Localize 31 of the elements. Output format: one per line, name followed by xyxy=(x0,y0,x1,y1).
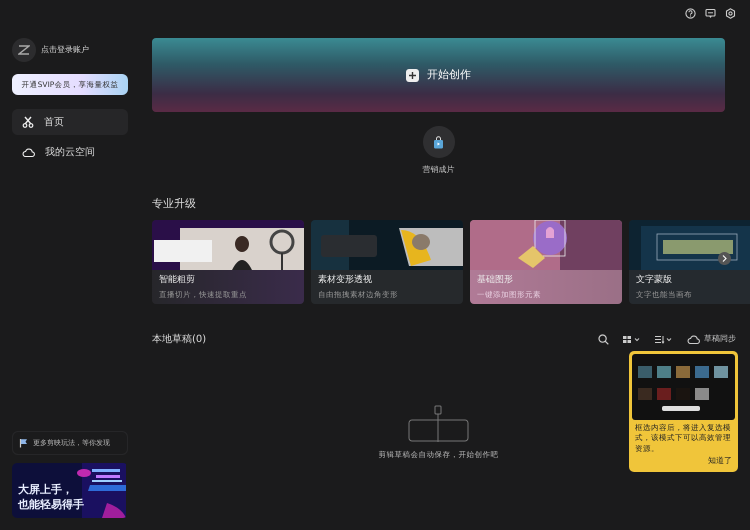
message-icon[interactable] xyxy=(705,8,716,18)
nav-item[interactable]: 首页 xyxy=(12,109,128,136)
got-it-button[interactable]: 知道了 xyxy=(705,455,735,470)
banner-text: 也能轻易得手 xyxy=(18,498,84,513)
chevron-right-icon xyxy=(722,254,727,262)
avatar[interactable] xyxy=(12,38,36,62)
plus-icon xyxy=(406,68,419,82)
flag-icon xyxy=(19,438,28,448)
cloud-icon xyxy=(687,334,700,344)
settings-icon[interactable] xyxy=(725,8,736,18)
cloud-icon xyxy=(22,146,35,158)
section-title: 专业升级 xyxy=(152,196,197,212)
banner-text: 大屏上手， xyxy=(18,483,74,498)
card-title: 文字蒙版 xyxy=(635,274,673,286)
logo-icon xyxy=(18,45,30,55)
card-title: 基础图形 xyxy=(476,274,514,286)
nav-item[interactable]: 我的云空间 xyxy=(12,139,128,166)
help-icon[interactable] xyxy=(685,8,696,18)
drafts-title: 本地草稿(0) xyxy=(152,332,206,346)
marketing-button[interactable] xyxy=(422,126,454,158)
card-title: 素材变形透视 xyxy=(317,274,373,286)
start-create-button[interactable]: 开始创作 xyxy=(152,38,725,112)
grid-view-icon[interactable] xyxy=(623,334,641,344)
card-title: 智能粗剪 xyxy=(158,274,196,286)
login-link[interactable]: 点击登录账户 xyxy=(41,44,89,56)
search-icon[interactable] xyxy=(598,334,609,344)
sync-button[interactable]: 草稿同步 xyxy=(687,333,736,345)
empty-draft-icon xyxy=(408,404,470,442)
marketing-label: 营销成片 xyxy=(422,164,454,176)
sort-icon[interactable] xyxy=(655,334,673,344)
scissors-icon xyxy=(22,116,34,128)
